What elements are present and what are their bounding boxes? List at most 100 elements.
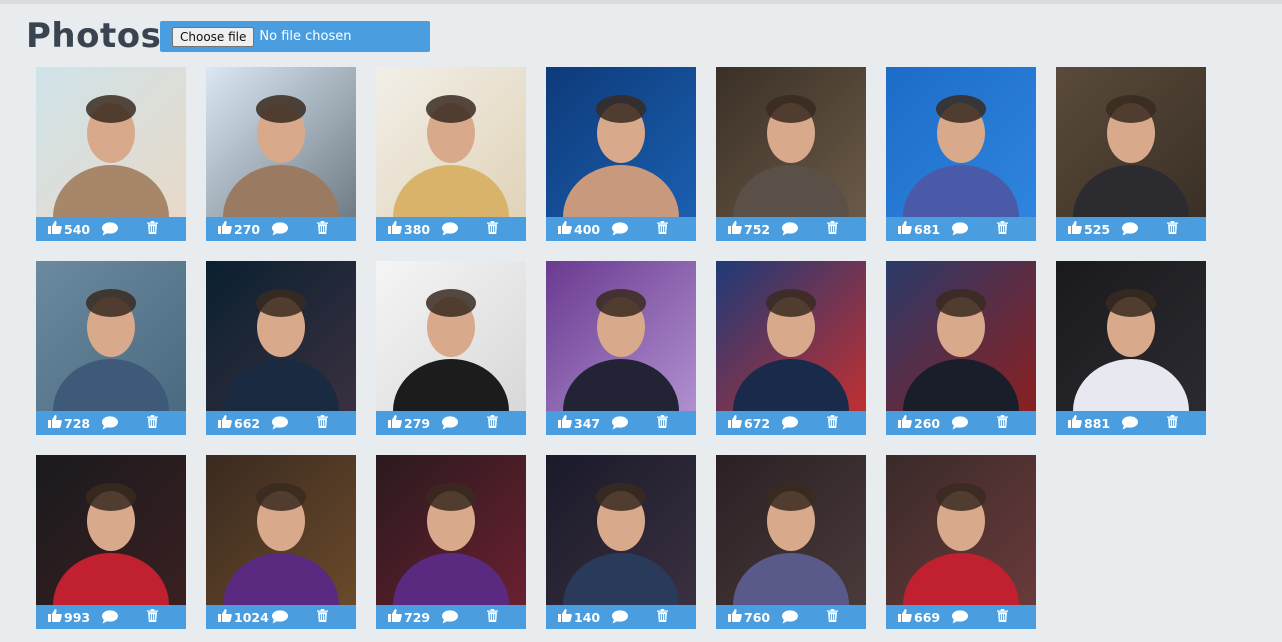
trash-icon[interactable]: [317, 221, 328, 237]
photo-actions-bar: 662: [206, 411, 356, 435]
page-title: Photos: [26, 16, 162, 56]
trash-icon[interactable]: [487, 221, 498, 237]
trash-icon[interactable]: [997, 609, 1008, 625]
comment-bubble-icon[interactable]: [442, 610, 458, 627]
photo-thumbnail[interactable]: [206, 455, 356, 605]
photo-thumbnail[interactable]: [36, 67, 186, 217]
photo-thumbnail[interactable]: [1056, 261, 1206, 411]
photo-thumbnail[interactable]: [1056, 67, 1206, 217]
comment-bubble-icon[interactable]: [612, 416, 628, 433]
photo-thumbnail[interactable]: [376, 67, 526, 217]
photo-thumbnail[interactable]: [36, 455, 186, 605]
photo-thumbnail[interactable]: [206, 67, 356, 217]
like-count: 752: [744, 221, 771, 237]
photo-thumbnail[interactable]: [36, 261, 186, 411]
trash-icon[interactable]: [147, 221, 158, 237]
trash-icon[interactable]: [997, 415, 1008, 431]
photo-thumbnail[interactable]: [206, 261, 356, 411]
photo-thumbnail[interactable]: [716, 455, 866, 605]
comment-bubble-icon[interactable]: [952, 416, 968, 433]
like-button[interactable]: 270: [218, 221, 260, 237]
trash-icon[interactable]: [1167, 221, 1178, 237]
trash-icon[interactable]: [487, 415, 498, 431]
trash-icon[interactable]: [657, 609, 668, 625]
comment-bubble-icon[interactable]: [102, 610, 118, 627]
trash-icon[interactable]: [827, 415, 838, 431]
like-button[interactable]: 881: [1068, 415, 1110, 431]
comment-bubble-icon[interactable]: [952, 222, 968, 239]
photo-card: 681: [886, 67, 1036, 241]
like-count: 669: [914, 609, 941, 625]
trash-icon[interactable]: [657, 221, 668, 237]
comment-bubble-icon[interactable]: [782, 222, 798, 239]
photo-thumbnail[interactable]: [886, 455, 1036, 605]
photo-actions-bar: 881: [1056, 411, 1206, 435]
thumbs-up-icon: [728, 609, 744, 625]
comment-bubble-icon[interactable]: [612, 610, 628, 627]
like-button[interactable]: 752: [728, 221, 770, 237]
photo-thumbnail[interactable]: [886, 261, 1036, 411]
like-button[interactable]: 1024: [218, 609, 269, 625]
like-button[interactable]: 260: [898, 415, 940, 431]
comment-bubble-icon[interactable]: [102, 222, 118, 239]
photo-thumbnail[interactable]: [546, 455, 696, 605]
comment-bubble-icon[interactable]: [102, 416, 118, 433]
photo-card: 993: [36, 455, 186, 629]
like-button[interactable]: 380: [388, 221, 430, 237]
choose-file-button[interactable]: Choose file: [172, 26, 255, 47]
like-button[interactable]: 662: [218, 415, 260, 431]
thumbs-up-icon: [48, 221, 64, 237]
trash-icon[interactable]: [317, 609, 328, 625]
like-button[interactable]: 681: [898, 221, 940, 237]
like-button[interactable]: 993: [48, 609, 90, 625]
like-button[interactable]: 525: [1068, 221, 1110, 237]
like-button[interactable]: 729: [388, 609, 430, 625]
like-count: 993: [64, 609, 91, 625]
like-button[interactable]: 760: [728, 609, 770, 625]
photo-thumbnail[interactable]: [716, 261, 866, 411]
like-button[interactable]: 400: [558, 221, 600, 237]
like-button[interactable]: 728: [48, 415, 90, 431]
like-count: 347: [574, 415, 601, 431]
like-button[interactable]: 672: [728, 415, 770, 431]
comment-bubble-icon[interactable]: [782, 610, 798, 627]
comment-bubble-icon[interactable]: [272, 610, 288, 627]
photo-thumbnail[interactable]: [886, 67, 1036, 217]
comment-bubble-icon[interactable]: [442, 416, 458, 433]
photo-actions-bar: 270: [206, 217, 356, 241]
photo-actions-bar: 380: [376, 217, 526, 241]
trash-icon[interactable]: [147, 609, 158, 625]
trash-icon[interactable]: [1167, 415, 1178, 431]
file-upload-bar[interactable]: Choose file No file chosen: [160, 21, 430, 52]
trash-icon[interactable]: [147, 415, 158, 431]
like-button[interactable]: 140: [558, 609, 600, 625]
trash-icon[interactable]: [997, 221, 1008, 237]
like-button[interactable]: 347: [558, 415, 600, 431]
thumbs-up-icon: [48, 609, 64, 625]
photo-thumbnail[interactable]: [376, 261, 526, 411]
photo-thumbnail[interactable]: [546, 261, 696, 411]
comment-bubble-icon[interactable]: [442, 222, 458, 239]
comment-bubble-icon[interactable]: [612, 222, 628, 239]
like-count: 260: [914, 415, 941, 431]
trash-icon[interactable]: [317, 415, 328, 431]
photo-thumbnail[interactable]: [716, 67, 866, 217]
trash-icon[interactable]: [487, 609, 498, 625]
like-button[interactable]: 279: [388, 415, 430, 431]
thumbs-up-icon: [48, 415, 64, 431]
like-button[interactable]: 669: [898, 609, 940, 625]
trash-icon[interactable]: [827, 221, 838, 237]
trash-icon[interactable]: [827, 609, 838, 625]
photo-thumbnail[interactable]: [376, 455, 526, 605]
thumbs-up-icon: [898, 415, 914, 431]
comment-bubble-icon[interactable]: [1122, 222, 1138, 239]
like-button[interactable]: 540: [48, 221, 90, 237]
photo-actions-bar: 540: [36, 217, 186, 241]
trash-icon[interactable]: [657, 415, 668, 431]
comment-bubble-icon[interactable]: [1122, 416, 1138, 433]
comment-bubble-icon[interactable]: [272, 222, 288, 239]
photo-thumbnail[interactable]: [546, 67, 696, 217]
comment-bubble-icon[interactable]: [272, 416, 288, 433]
comment-bubble-icon[interactable]: [782, 416, 798, 433]
comment-bubble-icon[interactable]: [952, 610, 968, 627]
